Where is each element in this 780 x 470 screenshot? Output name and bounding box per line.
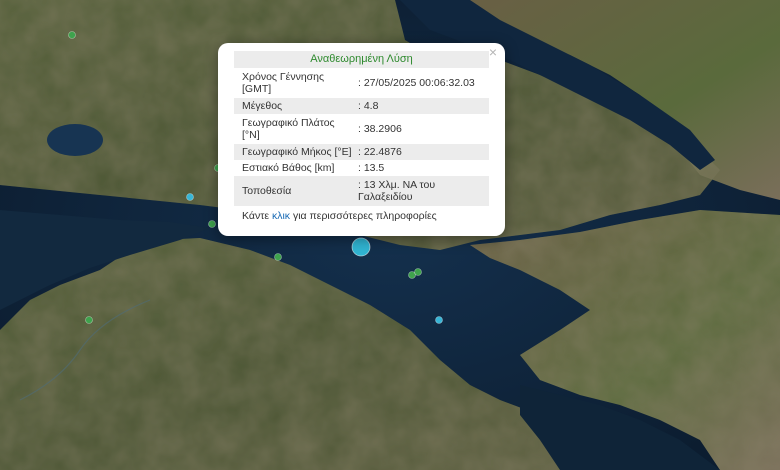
quake-marker-cyan[interactable]: [435, 316, 443, 324]
quake-marker-green[interactable]: [208, 220, 216, 228]
label-latitude: Γεωγραφικό Πλάτος [°N]: [242, 117, 335, 141]
quake-marker-green[interactable]: [414, 268, 422, 276]
earthquake-popup: × Αναθεωρημένη Λύση Χρόνος Γέννησης [GMT…: [218, 43, 505, 236]
quake-marker-green[interactable]: [85, 316, 93, 324]
value-origin-time: : 27/05/2025 00:06:32.03: [358, 77, 475, 89]
row-latitude: Γεωγραφικό Πλάτος [°N] : 38.2906: [234, 114, 489, 144]
more-info-line: Κάντε κλικ για περισσότερες πληροφορίες: [234, 210, 489, 222]
selected-earthquake-marker[interactable]: [351, 237, 371, 257]
label-magnitude: Μέγεθος: [234, 98, 356, 114]
value-depth: : 13.5: [358, 162, 385, 174]
popup-details-table: Χρόνος Γέννησης [GMT] : 27/05/2025 00:06…: [234, 68, 489, 206]
lake: [47, 124, 103, 156]
close-icon[interactable]: ×: [486, 45, 500, 59]
value-latitude: : 38.2906: [358, 123, 402, 135]
value-magnitude: : 4.8: [356, 98, 489, 114]
row-location: Τοποθεσία : 13 Χλμ. ΝΑ του Γαλαξειδίου: [234, 176, 489, 206]
label-depth: Εστιακό Βάθος [km]: [242, 162, 335, 174]
more-info-suffix: για περισσότερες πληροφορίες: [290, 210, 437, 222]
row-origin-time: Χρόνος Γέννησης [GMT] : 27/05/2025 00:06…: [234, 68, 489, 98]
value-longitude: : 22.4876: [356, 144, 489, 160]
label-longitude: Γεωγραφικό Μήκος [°E]: [234, 144, 356, 160]
row-longitude: Γεωγραφικό Μήκος [°E] : 22.4876: [234, 144, 489, 160]
more-info-link[interactable]: κλικ: [272, 210, 290, 222]
quake-marker-green[interactable]: [68, 31, 76, 39]
row-depth: Εστιακό Βάθος [km] : 13.5: [234, 160, 489, 176]
quake-marker-cyan[interactable]: [186, 193, 194, 201]
popup-title: Αναθεωρημένη Λύση: [234, 51, 489, 68]
label-origin-time: Χρόνος Γέννησης [GMT]: [242, 71, 325, 95]
quake-marker-green[interactable]: [274, 253, 282, 261]
label-location: Τοποθεσία: [234, 176, 356, 206]
value-location: : 13 Χλμ. ΝΑ του Γαλαξειδίου: [356, 176, 489, 206]
more-info-prefix: Κάντε: [242, 210, 272, 222]
row-magnitude: Μέγεθος : 4.8: [234, 98, 489, 114]
